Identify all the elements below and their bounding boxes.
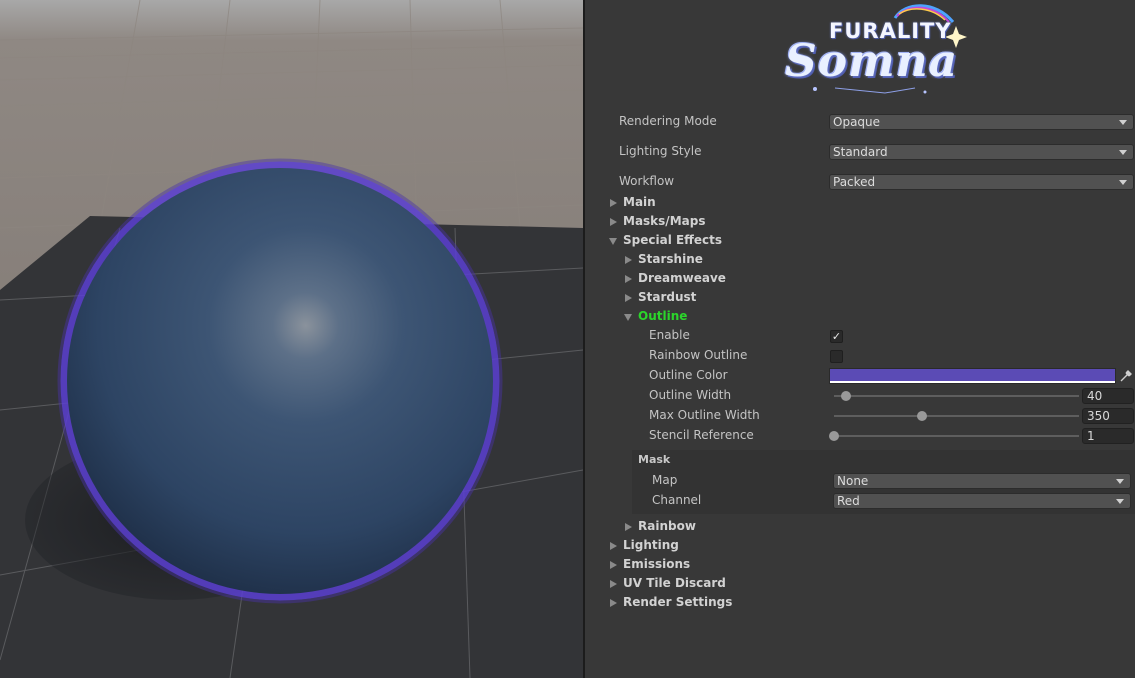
outline-width-slider[interactable] [834, 388, 1079, 404]
stencil-reference-input[interactable]: 1 [1082, 428, 1134, 444]
workflow-label: Workflow [619, 174, 675, 188]
mask-map-value: None [837, 474, 869, 488]
chevron-down-icon [1119, 150, 1127, 155]
checkmark-icon: ✓ [831, 330, 842, 343]
foldout-right-icon [610, 561, 617, 569]
lighting-style-dropdown[interactable]: Standard [829, 144, 1134, 160]
lighting-style-label: Lighting Style [619, 144, 702, 158]
workflow-value: Packed [833, 175, 876, 189]
section-masks-maps-label: Masks/Maps [623, 214, 706, 228]
enable-label: Enable [649, 328, 690, 342]
slider-track [834, 415, 1079, 417]
max-outline-width-label: Max Outline Width [649, 408, 760, 422]
furality-somna-logo: FURALITY Somna [775, 0, 975, 100]
lighting-style-value: Standard [833, 145, 888, 159]
stencil-reference-slider[interactable] [829, 428, 1079, 444]
outline-color-field[interactable] [829, 368, 1116, 384]
rainbow-outline-label: Rainbow Outline [649, 348, 748, 362]
effect-dreamweave-label: Dreamweave [638, 271, 726, 285]
stencil-reference-label: Stencil Reference [649, 428, 754, 442]
effect-stardust-label: Stardust [638, 290, 697, 304]
foldout-right-icon [610, 218, 617, 226]
effect-outline-label: Outline [638, 309, 688, 323]
chevron-down-icon [1119, 180, 1127, 185]
enable-checkbox[interactable]: ✓ [830, 330, 843, 343]
foldout-right-icon [625, 256, 632, 264]
max-outline-width-slider[interactable] [834, 408, 1079, 424]
chevron-down-icon [1116, 499, 1124, 504]
section-uv-tile-discard-label: UV Tile Discard [623, 576, 726, 590]
foldout-right-icon [625, 275, 632, 283]
foldout-down-icon [624, 314, 632, 321]
mask-map-label: Map [652, 473, 678, 487]
section-lighting-label: Lighting [623, 538, 679, 552]
foldout-right-icon [625, 294, 632, 302]
section-emissions-label: Emissions [623, 557, 691, 571]
effect-starshine-label: Starshine [638, 252, 703, 266]
foldout-right-icon [610, 542, 617, 550]
foldout-right-icon [625, 523, 632, 531]
max-outline-width-input[interactable]: 350 [1082, 408, 1134, 424]
section-special-effects-label: Special Effects [623, 233, 723, 247]
eyedropper-icon[interactable] [1118, 368, 1134, 384]
slider-thumb[interactable] [829, 431, 839, 441]
foldout-right-icon [610, 199, 617, 207]
chevron-down-icon [1119, 120, 1127, 125]
mask-channel-value: Red [837, 494, 860, 508]
outline-width-input[interactable]: 40 [1082, 388, 1134, 404]
rendering-mode-label: Rendering Mode [619, 114, 717, 128]
outline-color-label: Outline Color [649, 368, 728, 382]
foldout-right-icon [610, 580, 617, 588]
slider-track [834, 435, 1079, 437]
rendering-mode-dropdown[interactable]: Opaque [829, 114, 1134, 130]
outline-width-label: Outline Width [649, 388, 732, 402]
mask-channel-dropdown[interactable]: Red [833, 493, 1131, 509]
section-render-settings-label: Render Settings [623, 595, 733, 609]
mask-title: Mask [638, 453, 671, 466]
scene-view[interactable] [0, 0, 583, 678]
workflow-dropdown[interactable]: Packed [829, 174, 1134, 190]
foldout-right-icon [610, 599, 617, 607]
preview-sphere[interactable] [67, 168, 493, 594]
outline-color-swatch [830, 369, 1115, 381]
slider-thumb[interactable] [841, 391, 852, 401]
material-inspector: FURALITY Somna Rendering Mode Opaque Lig… [585, 0, 1135, 678]
rendering-mode-value: Opaque [833, 115, 881, 129]
logo-text-somna: Somna [785, 36, 959, 87]
scene-canvas[interactable] [0, 0, 583, 678]
section-main-label: Main [623, 195, 656, 209]
rainbow-outline-checkbox[interactable] [830, 350, 843, 363]
mask-channel-label: Channel [652, 493, 702, 507]
foldout-down-icon [609, 238, 617, 245]
slider-thumb[interactable] [917, 411, 928, 421]
effect-rainbow-label: Rainbow [638, 519, 696, 533]
slider-track [834, 395, 1079, 397]
mask-map-dropdown[interactable]: None [833, 473, 1131, 489]
chevron-down-icon [1116, 479, 1124, 484]
